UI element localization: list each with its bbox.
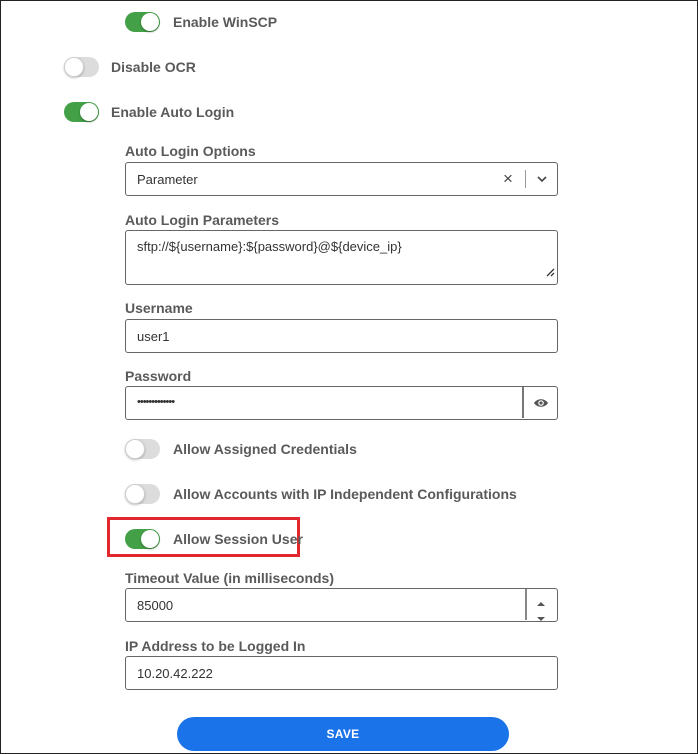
username-label: Username xyxy=(125,300,193,316)
auto-login-parameters-value: sftp://${username}:${password}@${device_… xyxy=(137,239,402,254)
toggle-knob xyxy=(141,530,159,548)
ip-address-label: IP Address to be Logged In xyxy=(125,638,306,654)
ip-address-value: 10.20.42.222 xyxy=(137,666,213,681)
toggle-knob xyxy=(64,57,84,77)
ip-address-input[interactable]: 10.20.42.222 xyxy=(125,656,558,690)
allow-assigned-credentials-toggle[interactable] xyxy=(125,439,160,459)
timeout-label: Timeout Value (in milliseconds) xyxy=(125,570,335,586)
auto-login-options-value: Parameter xyxy=(137,172,198,187)
auto-login-parameters-label: Auto Login Parameters xyxy=(125,212,280,228)
username-input[interactable]: user1 xyxy=(125,319,558,353)
allow-accounts-ip-independent-label: Allow Accounts with IP Independent Confi… xyxy=(173,486,517,502)
eye-icon[interactable] xyxy=(533,396,549,414)
select-divider xyxy=(525,170,526,188)
enable-winscp-toggle[interactable] xyxy=(125,12,160,32)
password-label: Password xyxy=(125,368,192,384)
disable-ocr-label: Disable OCR xyxy=(111,59,196,75)
allow-session-user-label: Allow Session User xyxy=(173,531,303,547)
password-divider xyxy=(522,387,524,418)
chevron-down-icon[interactable] xyxy=(536,172,548,190)
password-input[interactable]: ••••••••••••• xyxy=(125,386,558,420)
resize-grip-icon[interactable] xyxy=(546,264,555,282)
toggle-knob xyxy=(80,103,98,121)
enable-auto-login-toggle[interactable] xyxy=(64,102,99,122)
toggle-knob xyxy=(141,13,159,31)
enable-winscp-label: Enable WinSCP xyxy=(173,14,278,30)
allow-session-user-toggle[interactable] xyxy=(125,529,160,549)
username-value: user1 xyxy=(137,329,170,344)
toggle-knob xyxy=(125,439,145,459)
timeout-stepper[interactable]: 85000 xyxy=(125,588,558,622)
stepper-divider xyxy=(525,589,527,620)
save-button[interactable]: SAVE xyxy=(177,717,509,751)
auto-login-options-label: Auto Login Options xyxy=(125,143,256,159)
auto-login-parameters-textarea[interactable]: sftp://${username}:${password}@${device_… xyxy=(125,230,558,285)
caret-down-icon[interactable] xyxy=(537,609,545,627)
settings-panel: Enable WinSCP Disable OCR Enable Auto Lo… xyxy=(0,0,698,754)
allow-accounts-ip-independent-toggle[interactable] xyxy=(125,484,160,504)
allow-assigned-credentials-label: Allow Assigned Credentials xyxy=(173,441,357,457)
close-icon[interactable]: × xyxy=(503,169,513,189)
password-value: ••••••••••••• xyxy=(137,396,175,408)
enable-auto-login-label: Enable Auto Login xyxy=(111,104,235,120)
disable-ocr-toggle[interactable] xyxy=(64,57,99,77)
toggle-knob xyxy=(125,484,145,504)
auto-login-options-select[interactable]: Parameter × xyxy=(125,162,558,196)
timeout-value: 85000 xyxy=(137,598,174,613)
